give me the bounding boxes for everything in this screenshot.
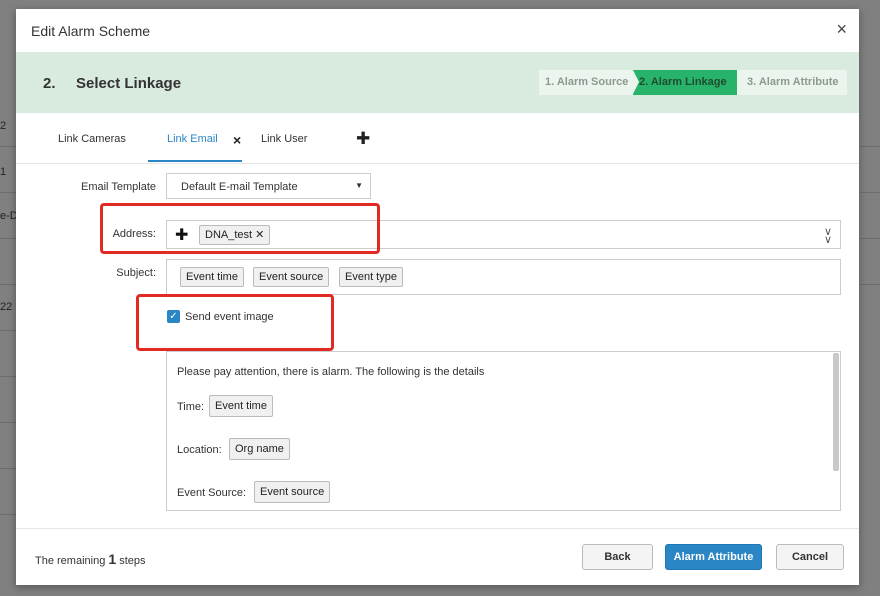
tab-link-cameras[interactable]: Link Cameras: [58, 133, 126, 145]
email-body-intro: Please pay attention, there is alarm. Th…: [177, 366, 485, 378]
wizard-step-alarm-attribute: 3. Alarm Attribute: [737, 70, 847, 95]
linkage-tabs: Link Cameras Link Email × Link User ✚: [16, 113, 859, 164]
active-tab-indicator: [148, 160, 242, 162]
wizard-progress: 1. Alarm Source 2. Alarm Linkage 3. Alar…: [539, 70, 847, 95]
step-number: 2.: [43, 75, 56, 92]
remaining-steps: The remaining 1 steps: [35, 551, 146, 567]
remaining-prefix: The remaining: [35, 555, 106, 567]
double-chevron-down-icon[interactable]: ∨ ∨: [824, 227, 832, 246]
vertical-scrollbar[interactable]: [833, 353, 839, 471]
bg-row: [0, 330, 16, 377]
subject-label: Subject:: [116, 267, 156, 279]
add-recipient-icon[interactable]: ✚: [175, 225, 188, 245]
email-body-editor[interactable]: Please pay attention, there is alarm. Th…: [166, 351, 841, 511]
step-title: Select Linkage: [76, 75, 182, 92]
remaining-count: 1: [108, 551, 117, 567]
subject-chip-event-time[interactable]: Event time: [180, 267, 244, 287]
bg-row-label: 2: [0, 120, 7, 132]
tab-link-email[interactable]: Link Email: [167, 133, 218, 145]
bg-row: [0, 422, 16, 469]
wizard-step-alarm-source: 1. Alarm Source: [539, 70, 633, 95]
body-chip-event-source[interactable]: Event source: [254, 481, 331, 503]
bg-row: [0, 192, 16, 239]
bg-row: [0, 146, 16, 193]
bg-row: [860, 192, 880, 239]
close-icon[interactable]: ×: [836, 20, 847, 38]
subject-field[interactable]: Event time Event source Event type: [166, 259, 841, 295]
step-header: 2. Select Linkage 1. Alarm Source 2. Ala…: [16, 52, 859, 113]
subject-chip-event-type[interactable]: Event type: [339, 267, 403, 287]
email-body-time-label: Time:: [177, 401, 205, 413]
wizard-step-alarm-linkage: 2. Alarm Linkage: [633, 70, 745, 95]
address-field[interactable]: ✚ DNA_test ✕ ∨ ∨: [166, 220, 841, 249]
send-event-image-label: Send event image: [185, 311, 274, 323]
bg-row: [0, 468, 16, 515]
address-chip-label: DNA_test: [205, 229, 253, 241]
email-body-location-label: Location:: [177, 444, 222, 456]
tab-link-user[interactable]: Link User: [261, 133, 307, 145]
email-template-label: Email Template: [81, 181, 156, 193]
body-chip-event-time[interactable]: Event time: [209, 395, 273, 417]
bg-row: [860, 238, 880, 285]
body-chip-org-name[interactable]: Org name: [229, 438, 290, 460]
address-label: Address:: [112, 228, 156, 240]
dialog-title: Edit Alarm Scheme: [31, 23, 151, 39]
remaining-suffix: steps: [119, 555, 146, 567]
subject-chip-event-source[interactable]: Event source: [253, 267, 330, 287]
cancel-button[interactable]: Cancel: [776, 544, 844, 570]
send-event-image-checkbox[interactable]: ✓: [167, 310, 180, 323]
address-chip: DNA_test ✕: [199, 225, 271, 245]
dialog-footer: The remaining 1 steps Back Alarm Attribu…: [16, 528, 859, 586]
email-template-value: Default E-mail Template: [181, 181, 298, 193]
chevron-down-icon: ▼: [355, 181, 363, 190]
bg-row: [0, 376, 16, 423]
email-template-select[interactable]: Default E-mail Template ▼: [166, 173, 371, 199]
remove-icon[interactable]: ✕: [255, 229, 264, 241]
bg-row: [0, 284, 16, 331]
bg-row: [860, 146, 880, 193]
close-icon[interactable]: ×: [233, 132, 241, 148]
back-button[interactable]: Back: [582, 544, 653, 570]
dialog-header: Edit Alarm Scheme ×: [16, 9, 859, 53]
add-tab-icon[interactable]: ✚: [356, 129, 370, 149]
bg-row: [0, 238, 16, 285]
email-body-source-label: Event Source:: [177, 487, 247, 499]
alarm-attribute-button[interactable]: Alarm Attribute: [665, 544, 762, 570]
edit-alarm-scheme-dialog: Edit Alarm Scheme × 2. Select Linkage 1.…: [16, 9, 859, 585]
bg-row: [860, 100, 880, 147]
